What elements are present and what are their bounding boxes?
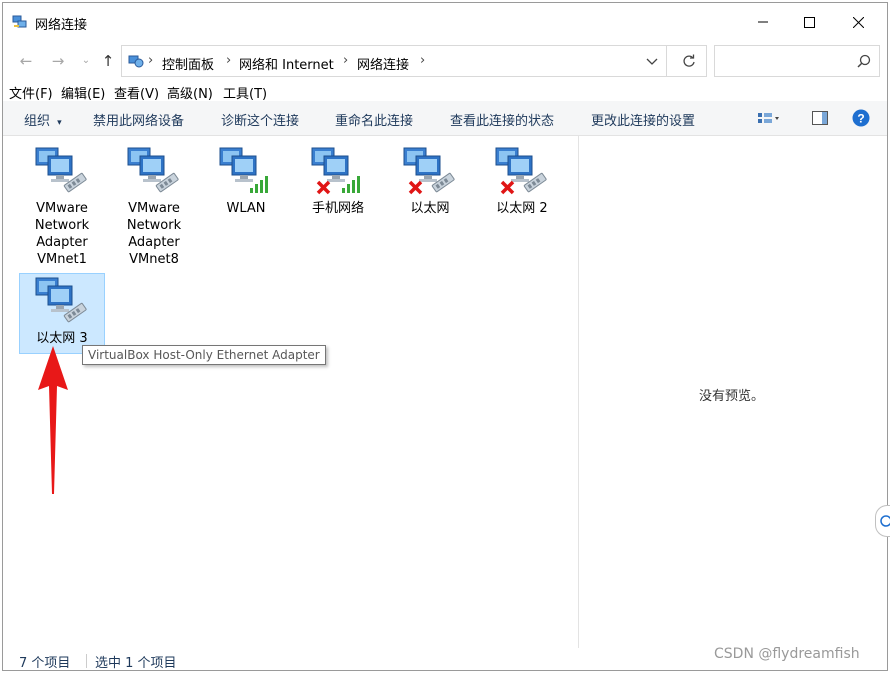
connection-label: Adapter: [36, 235, 88, 250]
preview-pane-icon[interactable]: [812, 111, 828, 128]
address-dropdown-icon[interactable]: [646, 55, 658, 70]
disable-device-button[interactable]: 禁用此网络设备: [93, 110, 184, 129]
organize-dropdown-icon: ▾: [57, 118, 62, 128]
title-bar: 网络连接: [3, 3, 887, 41]
breadcrumb-network-internet[interactable]: 网络和 Internet: [239, 54, 334, 73]
connections-view: VMware Network Adapter VMnet1 VMware Network A…: [3, 136, 577, 648]
item-count: 7 个项目: [19, 656, 71, 671]
annotation-arrow-icon: [38, 346, 68, 494]
help-icon[interactable]: ?: [852, 109, 870, 130]
address-row: ← → ⌄ ↑ › 控制面板 › 网络和 Internet › 网络连接 ›: [3, 43, 887, 79]
organize-button[interactable]: 组织 ▾: [24, 110, 62, 129]
side-floating-tab[interactable]: [875, 505, 892, 537]
connection-label: VMnet8: [129, 252, 179, 267]
maximize-button[interactable]: [786, 3, 832, 41]
preview-pane: 没有预览。: [578, 136, 887, 648]
search-input[interactable]: [714, 45, 880, 77]
tooltip: VirtualBox Host-Only Ethernet Adapter: [82, 345, 326, 365]
status-divider: [86, 654, 87, 668]
network-connections-icon: [12, 14, 28, 30]
connection-tile-vmware-network-adapter-vmnet8[interactable]: VMware Network Adapter VMnet8: [111, 144, 197, 268]
menu-bar: 文件(F) 编辑(E) 查看(V) 高级(N) 工具(T): [3, 81, 887, 102]
recent-locations-button[interactable]: ⌄: [75, 51, 97, 71]
ethernet-adapter-icon: [19, 144, 105, 200]
control-panel-icon: [128, 53, 144, 72]
connection-label: VMware: [128, 201, 180, 216]
back-button[interactable]: ←: [15, 51, 37, 71]
breadcrumb-separator: ›: [420, 53, 426, 68]
menu-edit[interactable]: 编辑(E): [61, 83, 105, 102]
view-options-icon[interactable]: [758, 112, 780, 127]
connection-label: Network: [34, 218, 90, 233]
address-divider: [666, 46, 667, 76]
no-preview-text: 没有预览。: [699, 389, 765, 404]
menu-advanced[interactable]: 高级(N): [167, 83, 213, 102]
diagnose-connection-button[interactable]: 诊断这个连接: [221, 110, 299, 129]
ethernet-adapter-icon: [479, 144, 565, 200]
ethernet-adapter-icon: [111, 144, 197, 200]
up-button[interactable]: ↑: [97, 51, 119, 71]
search-icon: [857, 54, 871, 71]
refresh-icon[interactable]: [682, 54, 696, 71]
connection-label: WLAN: [226, 201, 266, 216]
forward-button[interactable]: →: [47, 51, 69, 71]
connection-tile-wlan[interactable]: WLAN: [203, 144, 289, 217]
connection-label: 手机网络: [311, 201, 364, 216]
menu-view[interactable]: 查看(V): [114, 83, 159, 102]
connection-tile-以太网[interactable]: 以太网: [387, 144, 473, 217]
explorer-window: 网络连接 ← → ⌄ ↑ › 控制面板 › 网络和 Internet › 网络连…: [2, 2, 888, 671]
connection-label: 以太网: [410, 201, 450, 216]
wireless-adapter-icon: [295, 144, 381, 200]
wireless-adapter-icon: [203, 144, 289, 200]
breadcrumb-separator: ›: [226, 53, 232, 68]
close-button[interactable]: [835, 3, 881, 41]
menu-tools[interactable]: 工具(T): [223, 83, 267, 102]
view-status-button[interactable]: 查看此连接的状态: [450, 110, 554, 129]
maximize-icon: [803, 16, 815, 28]
minimize-button[interactable]: [740, 3, 786, 41]
breadcrumb-network-connections[interactable]: 网络连接: [357, 54, 409, 73]
minimize-icon: [758, 21, 768, 23]
svg-text:?: ?: [857, 112, 864, 126]
window-title: 网络连接: [35, 18, 88, 33]
breadcrumb-separator: ›: [343, 53, 349, 68]
connection-tile-手机网络[interactable]: 手机网络: [295, 144, 381, 217]
connection-label: Adapter: [128, 235, 180, 250]
organize-label: 组织: [24, 114, 51, 129]
rename-connection-button[interactable]: 重命名此连接: [335, 110, 413, 129]
breadcrumb-control-panel[interactable]: 控制面板: [162, 54, 214, 73]
command-bar: 组织 ▾ 禁用此网络设备 诊断这个连接 重命名此连接 查看此连接的状态 更改此连…: [3, 101, 887, 136]
menu-file[interactable]: 文件(F): [9, 83, 53, 102]
side-tab-icon: [880, 515, 892, 527]
watermark: CSDN @flydreamfish: [714, 646, 860, 662]
selected-count: 选中 1 个项目: [95, 656, 177, 671]
connection-tile-以太网-2[interactable]: 以太网 2: [479, 144, 565, 217]
connection-label: Network: [126, 218, 182, 233]
address-bar[interactable]: › 控制面板 › 网络和 Internet › 网络连接 ›: [121, 45, 707, 77]
connection-label: VMnet1: [37, 252, 87, 267]
change-settings-button[interactable]: 更改此连接的设置: [591, 110, 695, 129]
ethernet-adapter-icon: [20, 274, 104, 330]
ethernet-adapter-icon: [387, 144, 473, 200]
breadcrumb-separator: ›: [148, 53, 154, 68]
connection-label: VMware: [36, 201, 88, 216]
connection-tile-以太网-3[interactable]: 以太网 3: [19, 273, 105, 354]
connection-tile-vmware-network-adapter-vmnet1[interactable]: VMware Network Adapter VMnet1: [19, 144, 105, 268]
connection-label: 以太网 2: [496, 201, 548, 216]
close-icon: [852, 16, 864, 28]
